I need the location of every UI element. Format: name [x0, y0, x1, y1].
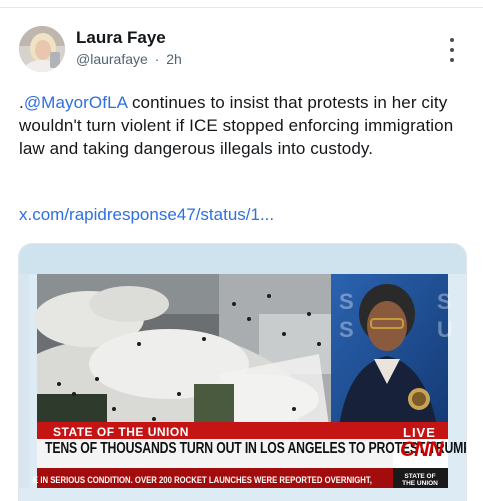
more-vertical-icon	[450, 38, 454, 42]
post-text: .@MayorOfLA continues to insist that pro…	[19, 91, 459, 160]
badge-line-2: THE UNION	[402, 480, 438, 487]
author-handle[interactable]: @laurafaye	[76, 51, 148, 67]
avatar-image	[19, 26, 65, 72]
more-options-button[interactable]	[441, 38, 463, 62]
badge-line-1: STATE OF	[404, 473, 436, 480]
post-link[interactable]: x.com/rapidresponse47/status/1...	[19, 205, 274, 225]
backdrop-letters-right: SU	[437, 289, 453, 342]
cnn-logo: CNN	[400, 438, 443, 461]
mention-link[interactable]: @MayorOfLA	[24, 93, 127, 112]
post-meta: @laurafaye · 2h	[76, 51, 182, 67]
video-thumbnail	[19, 244, 466, 501]
author-name[interactable]: Laura Faye	[76, 28, 166, 48]
avatar[interactable]	[19, 26, 65, 72]
media-card[interactable]: SS SU STATE OF THE UNION LIVE TENS OF TH…	[18, 243, 467, 501]
top-divider	[0, 7, 483, 8]
meta-separator: ·	[154, 51, 160, 67]
backdrop-letters-left: SS	[339, 289, 354, 342]
program-label: STATE OF THE UNION	[53, 425, 189, 439]
news-ticker: E IN SERIOUS CONDITION. OVER 200 ROCKET …	[33, 475, 372, 485]
post-time[interactable]: 2h	[166, 51, 182, 67]
program-badge: STATE OF THE UNION	[400, 473, 440, 487]
